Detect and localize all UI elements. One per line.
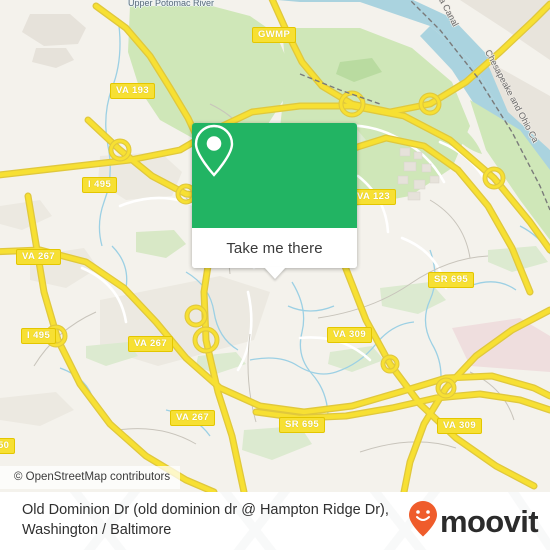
road-shield-va267-c[interactable]: VA 267 bbox=[128, 336, 174, 352]
road-shield-va267-w[interactable]: VA 267 bbox=[16, 249, 62, 265]
map-canvas[interactable]: Upper Potomac River Chesapeake and Ohio … bbox=[0, 0, 550, 492]
road-shield-us50[interactable]: 50 bbox=[0, 438, 16, 454]
station-title: Old Dominion Dr (old dominion dr @ Hampt… bbox=[22, 502, 389, 538]
road-shield-i495-s[interactable]: I 495 bbox=[21, 328, 57, 344]
station-popup-card[interactable]: Take me there bbox=[192, 123, 357, 279]
moovit-wordmark: moovit bbox=[439, 503, 539, 539]
road-shield-i495-n[interactable]: I 495 bbox=[82, 177, 118, 193]
map-label-river: Upper Potomac River bbox=[128, 0, 215, 8]
moovit-logo[interactable]: moovit bbox=[408, 500, 539, 543]
footer-bar: Old Dominion Dr (old dominion dr @ Hampt… bbox=[0, 492, 550, 550]
take-me-there-label: Take me there bbox=[226, 239, 323, 257]
road-shield-gwmp[interactable]: GWMP bbox=[252, 27, 297, 43]
road-shield-sr695-s[interactable]: SR 695 bbox=[279, 417, 326, 433]
road-shield-va267-s[interactable]: VA 267 bbox=[170, 410, 216, 426]
road-shield-va193[interactable]: VA 193 bbox=[110, 83, 156, 99]
popup-icon-panel bbox=[192, 123, 357, 228]
road-shield-va309-n[interactable]: VA 309 bbox=[327, 327, 373, 343]
road-shield-sr695-e[interactable]: SR 695 bbox=[428, 272, 475, 288]
moovit-station-map-card: Upper Potomac River Chesapeake and Ohio … bbox=[0, 0, 550, 550]
popup-cta-panel[interactable]: Take me there bbox=[192, 228, 357, 279]
road-shield-va123[interactable]: VA 123 bbox=[351, 189, 397, 205]
osm-attribution[interactable]: © OpenStreetMap contributors bbox=[0, 466, 181, 489]
moovit-pin-smiley-icon bbox=[408, 500, 438, 543]
road-shield-va309-s[interactable]: VA 309 bbox=[437, 418, 483, 434]
popup-tail bbox=[263, 267, 286, 279]
